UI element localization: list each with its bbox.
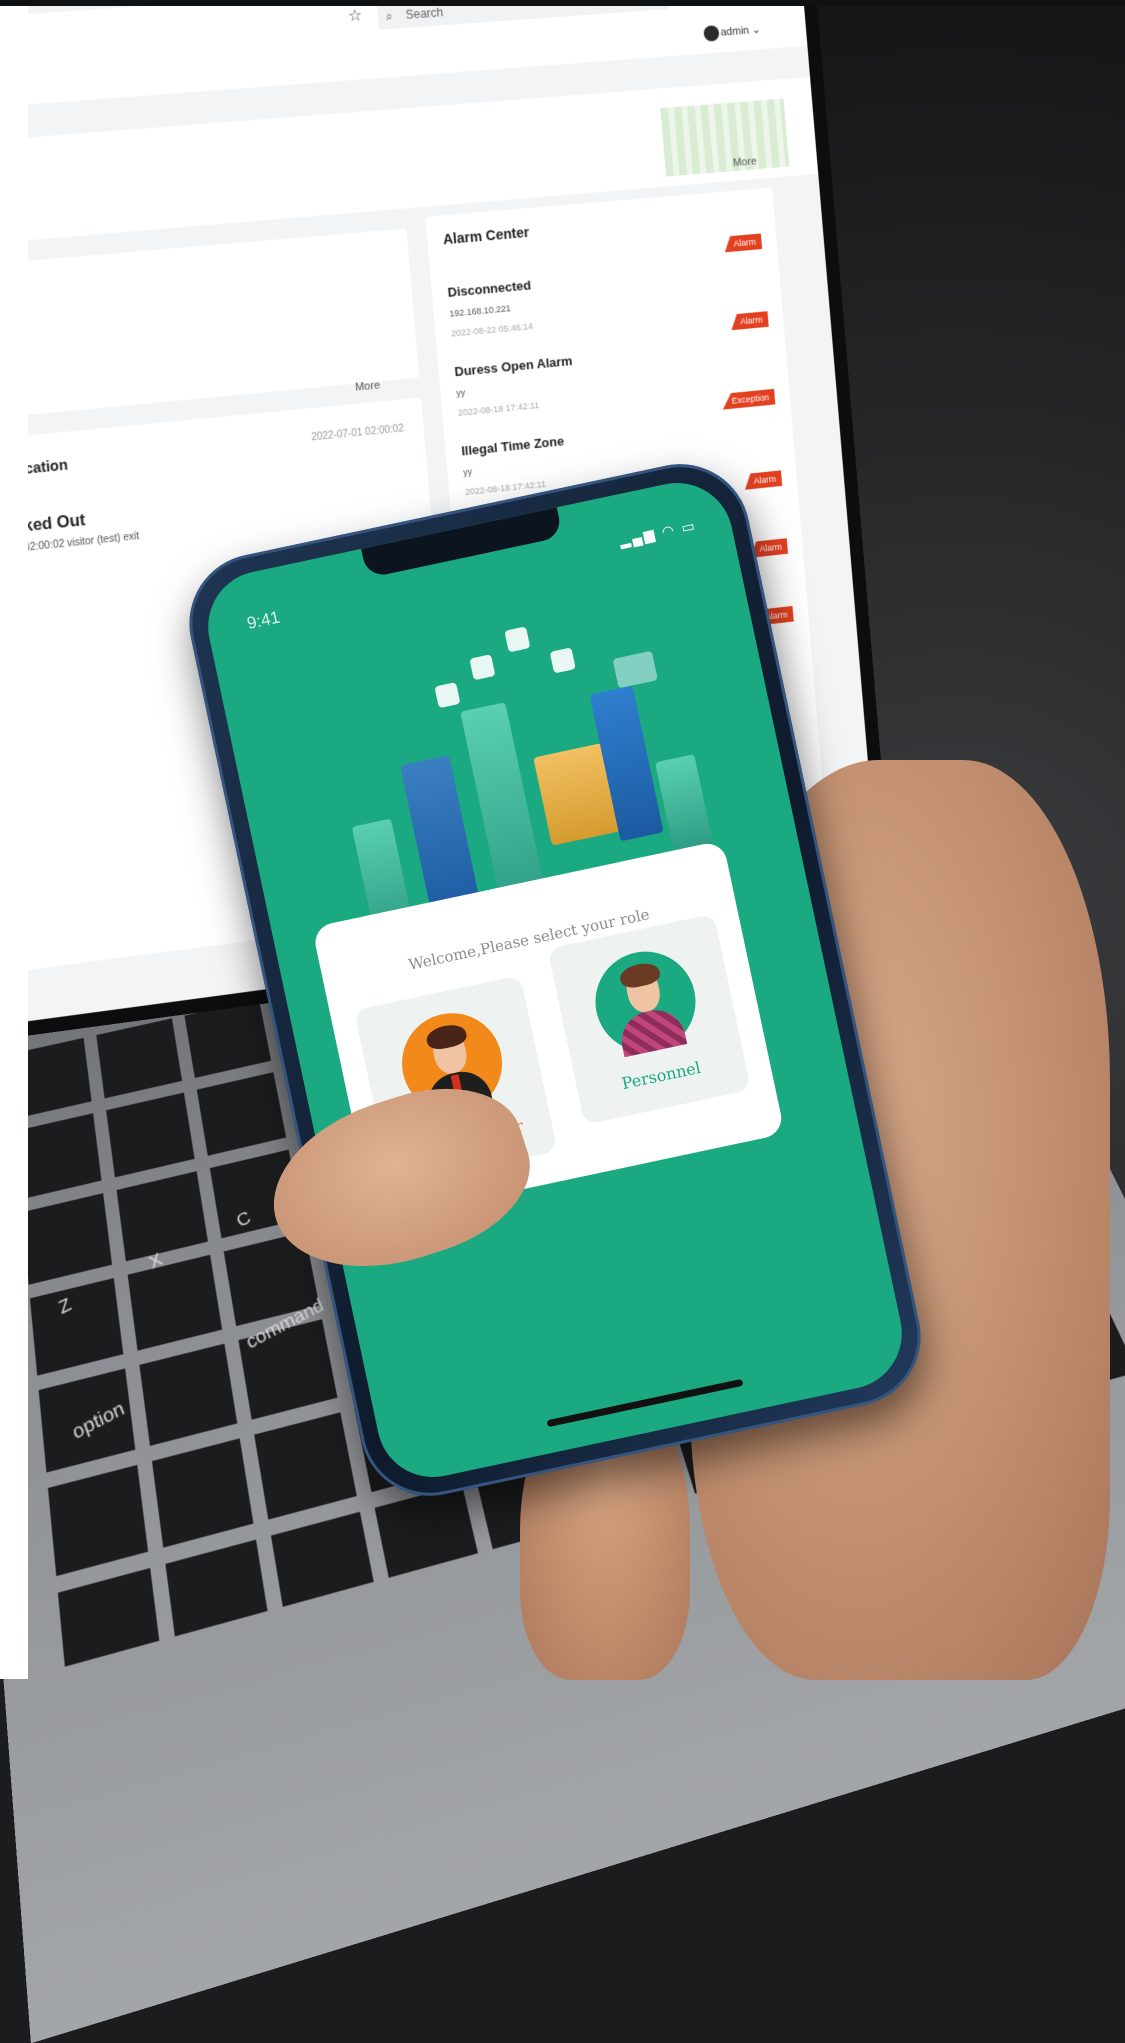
user-avatar-icon	[703, 25, 720, 42]
notification-date: 2022-07-01 02:00:02	[310, 423, 405, 444]
search-placeholder: Search	[405, 5, 444, 22]
personnel-avatar	[586, 942, 705, 1061]
alarm-source: yy	[455, 387, 466, 399]
status-time: 9:41	[245, 607, 282, 634]
notification-more-link[interactable]: More	[355, 379, 381, 393]
role-label: Personnel	[619, 1057, 703, 1094]
alarm-source: yy	[462, 466, 473, 478]
alarm-more-link[interactable]: More	[732, 155, 757, 169]
page-edge	[0, 0, 1125, 6]
alarm-name: Disconnected	[447, 277, 532, 300]
search-icon: ⌕	[385, 8, 394, 24]
alarm-center-title: Alarm Center	[442, 224, 530, 248]
status-icons: ▂▄▆ ◠ ▭	[617, 516, 699, 549]
floating-card-icon	[469, 654, 496, 681]
role-personnel-button[interactable]: Personnel	[547, 913, 752, 1125]
dashboard-panel	[0, 228, 420, 424]
page-edge	[0, 0, 28, 1679]
server-tower-icon	[654, 754, 713, 851]
user-menu[interactable]: admin ⌄	[720, 23, 761, 39]
city-illustration	[660, 98, 790, 177]
alarm-source: 192.168.10.221	[449, 303, 512, 319]
profile-card-icon	[612, 650, 658, 689]
alarm-time: 2022-08-18 17:42:11	[457, 400, 540, 418]
floating-card-icon	[434, 682, 461, 709]
alarm-badge: Alarm	[723, 233, 762, 252]
floating-card-icon	[504, 626, 531, 653]
bookmark-star-icon[interactable]: ☆	[347, 5, 363, 26]
alarm-time: 2022-08-22 05:46:14	[450, 321, 534, 339]
floating-card-icon	[549, 647, 576, 674]
